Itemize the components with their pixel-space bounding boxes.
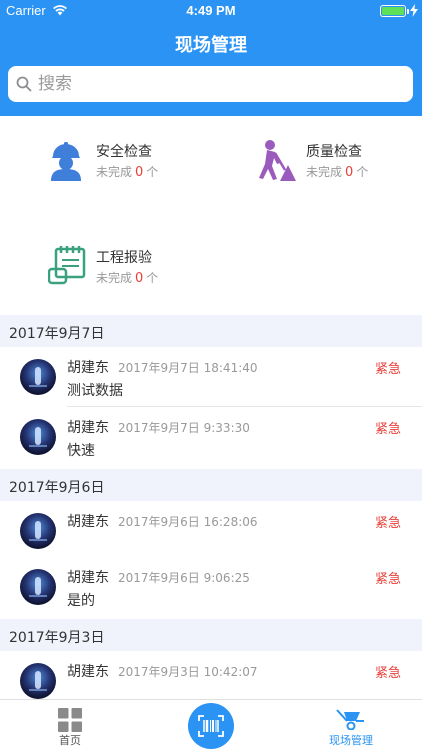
item-author: 胡建东	[67, 360, 109, 376]
scan-button[interactable]	[188, 703, 234, 749]
urgent-tag: 紧急	[374, 362, 401, 377]
item-time: 2017年9月3日 10:42:07	[118, 665, 258, 679]
module-count: 0	[135, 165, 144, 180]
item-author: 胡建东	[67, 664, 109, 680]
avatar	[20, 419, 56, 455]
list-item[interactable]: 胡建东 2017年9月6日 16:28:06 紧急	[0, 501, 422, 561]
date-section-header: 2017年9月3日	[0, 619, 422, 651]
module-safety-check[interactable]: 安全检查 未完成 0 个	[48, 135, 218, 185]
urgent-tag: 紧急	[374, 422, 401, 437]
module-status: 未完成 0 个	[96, 271, 159, 286]
module-quality-check[interactable]: 质量检查 未完成 0 个	[258, 135, 418, 185]
item-time: 2017年9月6日 16:28:06	[118, 515, 258, 529]
item-message: 快速	[67, 443, 95, 459]
item-author: 胡建东	[67, 514, 109, 530]
tab-label: 首页	[59, 734, 81, 747]
header: Carrier 4:49 PM 现场管理	[0, 0, 422, 116]
search-input[interactable]	[38, 71, 398, 97]
list-item[interactable]: 胡建东 2017年9月7日 9:33:30 紧急 快速	[0, 407, 422, 467]
date-section-header: 2017年9月6日	[0, 469, 422, 501]
item-author: 胡建东	[67, 420, 109, 436]
module-grid: 安全检查 未完成 0 个 质量检查 未完成 0 个 工程报验 未完成 0 个	[0, 116, 422, 315]
construction-worker-icon	[259, 140, 296, 181]
list-item[interactable]: 胡建东 2017年9月3日 10:42:07 紧急	[0, 651, 422, 699]
item-message: 测试数据	[67, 383, 123, 399]
clipboard-icon	[48, 246, 86, 285]
safety-helmet-icon	[51, 142, 81, 181]
tab-home[interactable]: 首页	[30, 700, 110, 750]
item-time: 2017年9月6日 9:06:25	[118, 571, 250, 585]
grid-icon	[58, 708, 82, 732]
item-time: 2017年9月7日 18:41:40	[118, 361, 258, 375]
wheelbarrow-icon	[336, 709, 364, 730]
status-time: 4:49 PM	[186, 3, 236, 18]
avatar	[20, 663, 56, 699]
item-author: 胡建东	[67, 570, 109, 586]
module-status: 未完成 0 个	[306, 165, 369, 180]
urgent-tag: 紧急	[374, 666, 401, 681]
tab-site-management[interactable]: 现场管理	[311, 700, 391, 750]
list-item[interactable]: 胡建东 2017年9月7日 18:41:40 紧急 测试数据	[0, 347, 422, 407]
list-item[interactable]: 胡建东 2017年9月6日 9:06:25 紧急 是的	[0, 557, 422, 617]
module-title: 工程报验	[96, 250, 152, 266]
urgent-tag: 紧急	[374, 572, 401, 587]
module-project-inspection[interactable]: 工程报验 未完成 0 个	[48, 241, 218, 291]
status-bar: Carrier 4:49 PM	[0, 0, 422, 22]
module-title: 安全检查	[96, 144, 152, 160]
barcode-scan-icon	[198, 715, 224, 737]
search-icon	[16, 76, 32, 92]
charging-bolt-icon	[410, 4, 418, 17]
avatar	[20, 569, 56, 605]
battery-icon	[380, 5, 406, 17]
module-status: 未完成 0 个	[96, 165, 159, 180]
page-title: 现场管理	[175, 35, 247, 56]
item-time: 2017年9月7日 9:33:30	[118, 421, 250, 435]
urgent-tag: 紧急	[374, 516, 401, 531]
module-count: 0	[345, 165, 354, 180]
avatar	[20, 359, 56, 395]
date-section-header: 2017年9月7日	[0, 315, 422, 347]
module-title: 质量检查	[306, 144, 362, 160]
avatar	[20, 513, 56, 549]
module-count: 0	[135, 271, 144, 286]
search-bar[interactable]	[8, 66, 413, 102]
tab-label: 现场管理	[329, 734, 373, 747]
battery-tip	[407, 9, 409, 14]
item-message: 是的	[67, 593, 95, 609]
